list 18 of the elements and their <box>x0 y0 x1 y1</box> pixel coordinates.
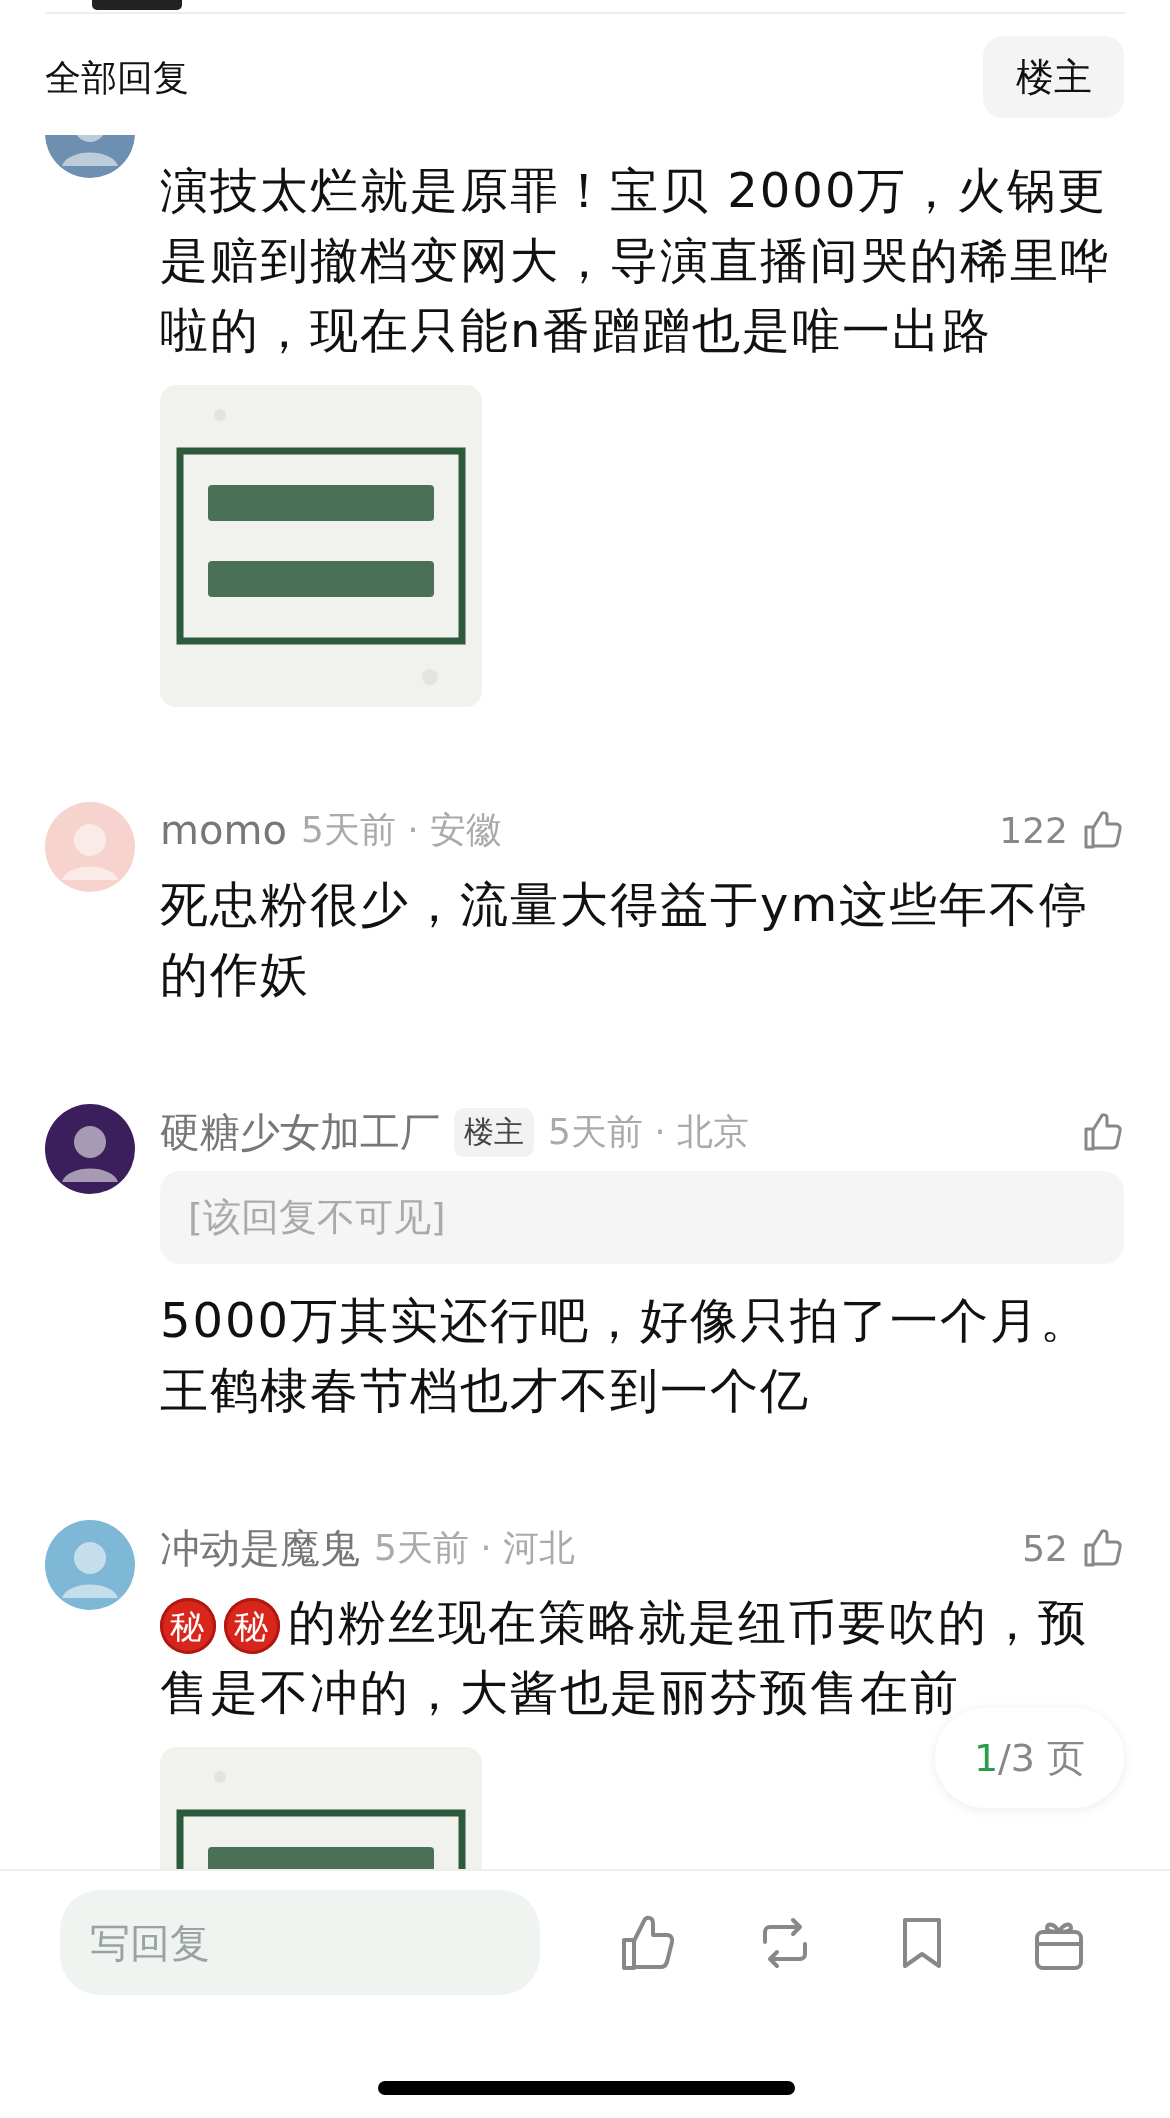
filter-button[interactable]: 楼主 <box>983 36 1124 118</box>
username[interactable]: 冲动是魔鬼 <box>160 1520 360 1576</box>
like-count: 52 <box>1022 1527 1068 1569</box>
post-time-location: 5天前 · 河北 <box>374 1525 576 1570</box>
post-time-location: 5天前 · 安徽 <box>300 807 503 852</box>
author-badge: 楼主 <box>454 1107 534 1157</box>
avatar[interactable] <box>45 1104 135 1194</box>
username[interactable]: 硬糖少女加工厂 <box>160 1104 440 1160</box>
post-time-location: 5天前 · 北京 <box>548 1109 750 1154</box>
reply-input[interactable]: 写回复 <box>60 1890 540 1995</box>
section-title: 全部回复 <box>45 58 189 98</box>
comment-text: 死忠粉很少，流量大得益于ym这些年不停的作妖 <box>160 875 1091 1004</box>
drag-handle[interactable] <box>92 0 182 10</box>
comment-text: 演技太烂就是原罪！宝贝 2000万，火锅更是赔到撤档变网大，导演直播间哭的稀里哗啦的，现在只能n番蹭蹭也是唯一出路 <box>160 161 1111 360</box>
username[interactable]: momo <box>160 807 287 853</box>
comment-text: 5000万其实还行吧，好像只拍了一个月。王鹤棣春节档也才不到一个亿 <box>160 1291 1092 1420</box>
hidden-reply-quote: [该回复不可见] <box>160 1171 1124 1264</box>
like-count: 122 <box>999 809 1068 851</box>
